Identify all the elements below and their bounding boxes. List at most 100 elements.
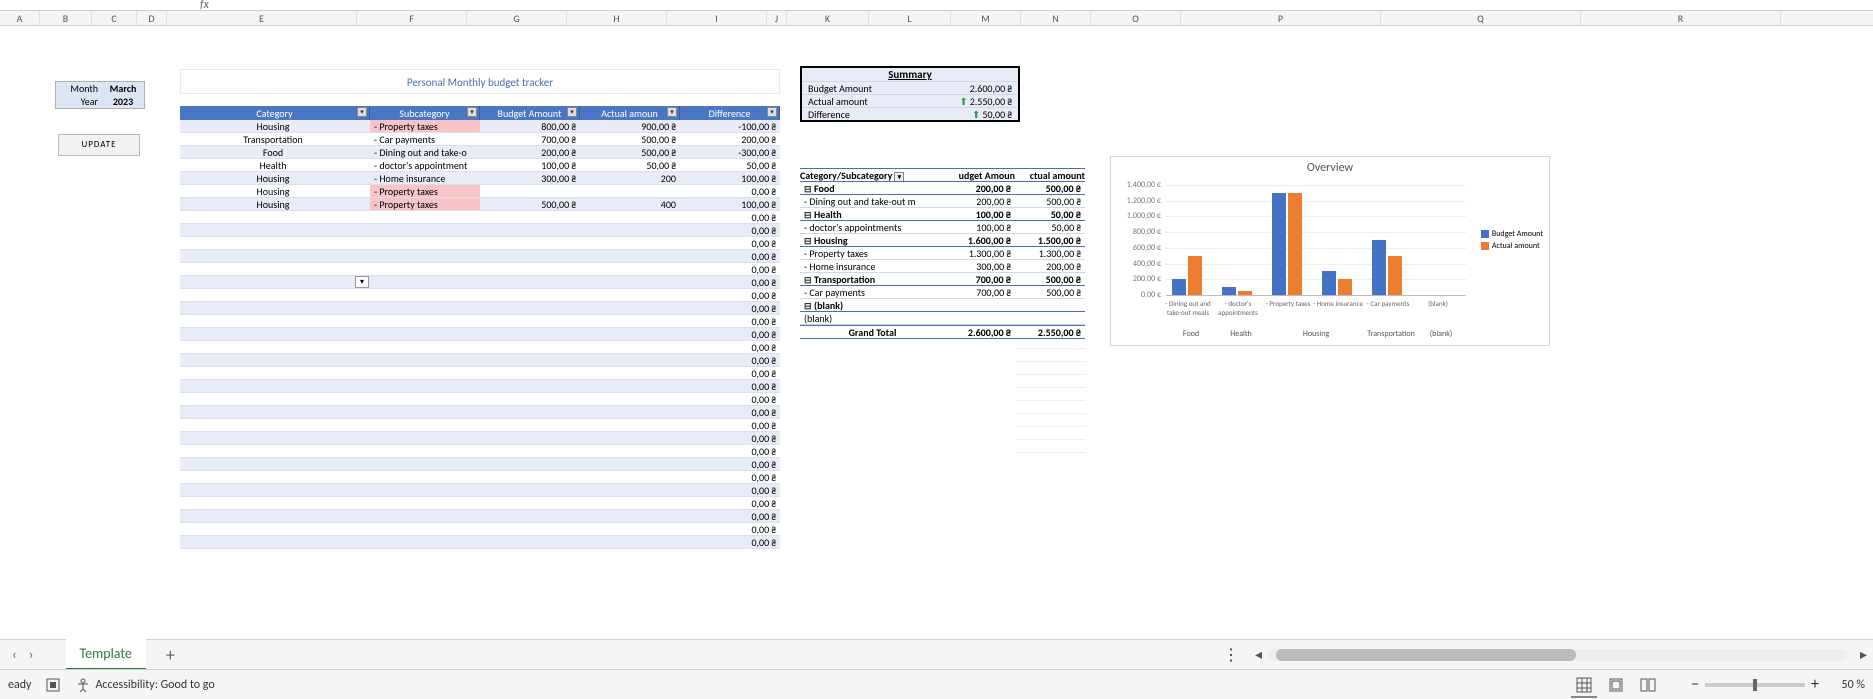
tab-nav-prev-icon[interactable]: ‹ xyxy=(12,646,17,663)
collapse-icon[interactable]: ⊟ xyxy=(804,210,814,220)
table-row[interactable]: 0,00 ₴ xyxy=(180,445,780,458)
table-row[interactable]: 0,00 ₴ xyxy=(180,276,780,289)
pivot-label[interactable]: - doctor's appointments xyxy=(800,221,945,233)
pivot-group-row[interactable]: ⊟Transportation700,00 ₴500,00 ₴ xyxy=(800,273,1085,286)
pivot-budget[interactable]: 1.300,00 ₴ xyxy=(945,247,1015,259)
table-row[interactable]: 0,00 ₴ xyxy=(180,263,780,276)
view-normal-icon[interactable] xyxy=(1571,672,1597,698)
worksheet-area[interactable]: Month March Year 2023 UPDATE Personal Mo… xyxy=(0,26,1873,639)
pivot-label[interactable]: ⊟Transportation xyxy=(800,273,945,285)
cell-actual[interactable]: 500,00 ₴ xyxy=(580,133,680,145)
column-header[interactable]: A xyxy=(0,11,40,25)
pivot-budget[interactable] xyxy=(945,312,1015,324)
table-row[interactable]: Transportation - Car payments700,00 ₴500… xyxy=(180,133,780,146)
cell-budget[interactable]: 300,00 ₴ xyxy=(480,172,580,184)
cell-subcategory[interactable]: - Property taxes xyxy=(370,120,480,132)
pivot-actual[interactable]: 500,00 ₴ xyxy=(1015,286,1085,298)
cell-budget[interactable]: 500,00 ₴ xyxy=(480,198,580,210)
cell-difference[interactable]: 0,00 ₴ xyxy=(680,354,780,366)
column-header[interactable]: R xyxy=(1581,11,1781,25)
cell-difference[interactable]: 0,00 ₴ xyxy=(680,185,780,197)
formula-bar[interactable]: fx xyxy=(0,0,1873,10)
cell-category[interactable]: Housing xyxy=(180,120,370,132)
update-button[interactable]: UPDATE xyxy=(58,134,140,156)
filter-dropdown-icon[interactable]: ▾ xyxy=(467,107,477,117)
column-header[interactable]: P xyxy=(1181,11,1381,25)
pivot-budget[interactable]: 200,00 ₴ xyxy=(945,182,1015,194)
cell-actual[interactable]: 50,00 ₴ xyxy=(580,159,680,171)
cell-subcategory[interactable]: - Property taxes xyxy=(370,185,480,197)
view-page-layout-icon[interactable] xyxy=(1603,672,1629,698)
table-row[interactable]: 0,00 ₴ xyxy=(180,523,780,536)
col-category-header[interactable]: Category▾ xyxy=(180,106,370,120)
pivot-label[interactable]: (blank) xyxy=(800,312,945,324)
pivot-label[interactable]: ⊟Food xyxy=(800,182,945,194)
pivot-budget[interactable]: 700,00 ₴ xyxy=(945,273,1015,285)
cell-category[interactable]: Food xyxy=(180,146,370,158)
col-budget-header[interactable]: Budget Amount▾ xyxy=(480,106,580,120)
pivot-label[interactable]: ⊟Housing xyxy=(800,234,945,246)
table-row[interactable]: 0,00 ₴ xyxy=(180,458,780,471)
pivot-header-actual[interactable]: ctual amount xyxy=(1015,169,1085,181)
zoom-out-button[interactable]: − xyxy=(1691,675,1699,694)
tabs-menu-icon[interactable]: ⋮ xyxy=(1223,645,1239,665)
column-header[interactable]: K xyxy=(787,11,869,25)
table-row[interactable]: 0,00 ₴ xyxy=(180,536,780,549)
table-row[interactable]: Housing - Property taxes800,00 ₴900,00 ₴… xyxy=(180,120,780,133)
collapse-icon[interactable]: ⊟ xyxy=(804,184,814,194)
pivot-header-category[interactable]: Category/Subcategory▾ xyxy=(800,169,945,181)
column-header[interactable]: E xyxy=(167,11,357,25)
column-header[interactable]: H xyxy=(567,11,667,25)
cell-difference[interactable]: 0,00 ₴ xyxy=(680,432,780,444)
cell-difference[interactable]: 0,00 ₴ xyxy=(680,211,780,223)
cell-category[interactable]: Housing xyxy=(180,185,370,197)
cell-difference[interactable]: -100,00 ₴ xyxy=(680,120,780,132)
column-header[interactable]: J xyxy=(767,11,787,25)
cell-subcategory[interactable]: - Home insurance xyxy=(370,172,480,184)
table-row[interactable]: 0,00 ₴ xyxy=(180,354,780,367)
pivot-label[interactable]: - Car payments xyxy=(800,286,945,298)
pivot-item-row[interactable]: - Dining out and take-out m200,00 ₴500,0… xyxy=(800,195,1085,208)
pivot-label[interactable]: ⊟(blank) xyxy=(800,299,945,311)
cell-actual[interactable]: 200 xyxy=(580,172,680,184)
pivot-budget[interactable] xyxy=(945,299,1015,311)
cell-difference[interactable]: 0,00 ₴ xyxy=(680,380,780,392)
cell-difference[interactable]: 100,00 ₴ xyxy=(680,198,780,210)
pivot-actual[interactable]: 500,00 ₴ xyxy=(1015,182,1085,194)
empty-rows[interactable]: 0,00 ₴0,00 ₴0,00 ₴0,00 ₴0,00 ₴0,00 ₴0,00… xyxy=(180,211,780,549)
cell-difference[interactable]: 0,00 ₴ xyxy=(680,328,780,340)
pivot-actual[interactable]: 1.300,00 ₴ xyxy=(1015,247,1085,259)
pivot-actual[interactable] xyxy=(1015,312,1085,324)
cell-actual[interactable]: 900,00 ₴ xyxy=(580,120,680,132)
view-page-break-icon[interactable] xyxy=(1635,672,1661,698)
table-row[interactable]: Health - doctor's appointment100,00 ₴50,… xyxy=(180,159,780,172)
column-header-row[interactable]: ABCDEFGHIJKLMNOPQR xyxy=(0,10,1873,26)
table-row[interactable]: 0,00 ₴ xyxy=(180,510,780,523)
hscroll-right-icon[interactable]: ▸ xyxy=(1854,646,1873,663)
cell-budget[interactable]: 800,00 ₴ xyxy=(480,120,580,132)
pivot-item-row[interactable]: - doctor's appointments100,00 ₴50,00 ₴ xyxy=(800,221,1085,234)
pivot-item-row[interactable]: (blank) xyxy=(800,312,1085,325)
cell-difference[interactable]: 0,00 ₴ xyxy=(680,497,780,509)
cell-difference[interactable]: 0,00 ₴ xyxy=(680,458,780,470)
macro-record-icon[interactable] xyxy=(45,677,61,693)
cell-subcategory[interactable]: - Dining out and take-o xyxy=(370,146,480,158)
table-row[interactable]: 0,00 ₴ xyxy=(180,380,780,393)
pivot-item-row[interactable]: - Home insurance300,00 ₴200,00 ₴ xyxy=(800,260,1085,273)
zoom-in-button[interactable]: + xyxy=(1811,675,1819,694)
cell-difference[interactable]: 0,00 ₴ xyxy=(680,341,780,353)
cell-difference[interactable]: 0,00 ₴ xyxy=(680,406,780,418)
cell-difference[interactable]: 0,00 ₴ xyxy=(680,419,780,431)
column-header[interactable]: C xyxy=(92,11,137,25)
filter-dropdown-icon[interactable]: ▾ xyxy=(357,107,367,117)
cell-difference[interactable]: 200,00 ₴ xyxy=(680,133,780,145)
cell-difference[interactable]: 0,00 ₴ xyxy=(680,367,780,379)
table-row[interactable]: Housing - Home insurance300,00 ₴200100,0… xyxy=(180,172,780,185)
cell-subcategory[interactable]: - Property taxes xyxy=(370,198,480,210)
collapse-icon[interactable]: ⊟ xyxy=(804,236,814,246)
cell-actual[interactable] xyxy=(580,185,680,197)
pivot-budget[interactable]: 1.600,00 ₴ xyxy=(945,234,1015,246)
cell-category[interactable]: Health xyxy=(180,159,370,171)
cell-difference[interactable]: 0,00 ₴ xyxy=(680,523,780,535)
cell-difference[interactable]: 0,00 ₴ xyxy=(680,315,780,327)
